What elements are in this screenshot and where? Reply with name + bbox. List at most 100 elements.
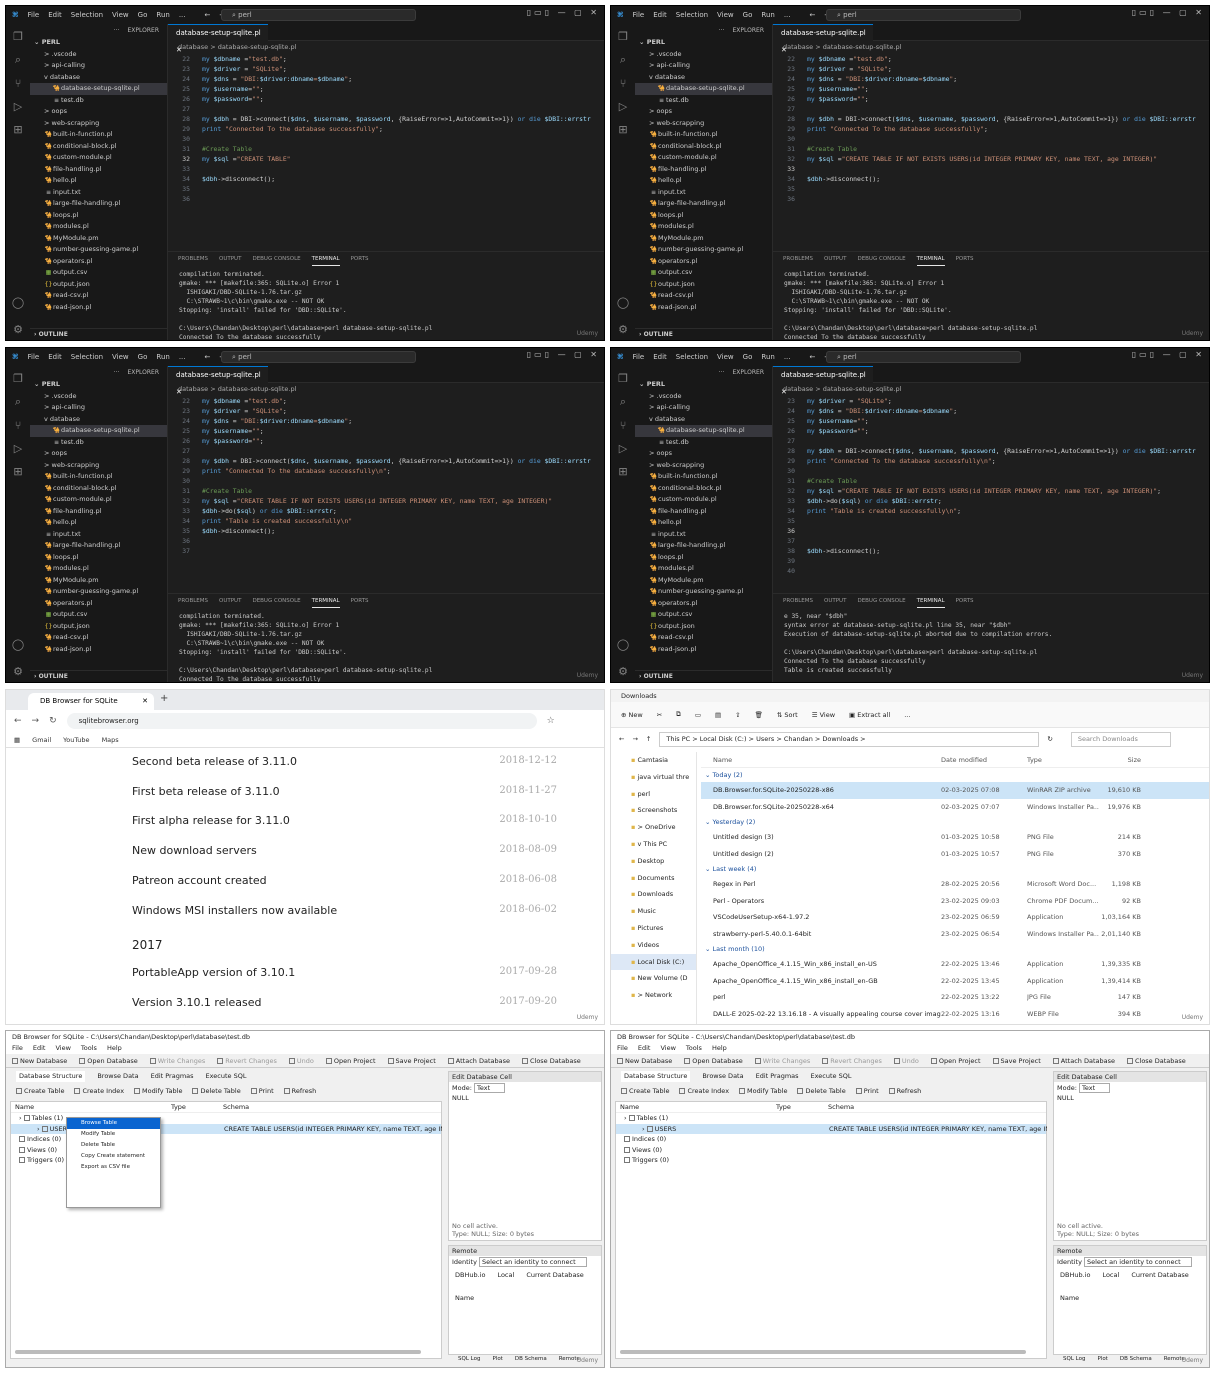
file-tree-item[interactable]: 🐪number-guessing-game.pl [30,586,167,598]
account-icon[interactable]: ◯ [617,296,629,309]
delete-icon[interactable]: 🗑 [755,711,763,719]
file-tree-item[interactable]: 🐪read-json.pl [30,302,167,314]
files-icon[interactable]: ❐ [13,372,23,385]
file-tree-item[interactable]: 🐪loops.pl [635,210,772,222]
toolbar-button[interactable]: Open Database [79,1054,138,1067]
menu-item[interactable]: File [28,11,40,19]
file-tree-item[interactable]: 🐪built-in-function.pl [30,129,167,141]
file-tree-item[interactable]: ≡ test.db [30,95,167,107]
toolbar-button[interactable]: Open Project [325,1054,376,1067]
menu-item[interactable]: File [617,1043,628,1054]
menu-item[interactable]: File [633,11,645,19]
files-icon[interactable]: ❐ [13,30,23,43]
editor-tab[interactable]: database-setup-sqlite.pl ✕ [773,24,873,54]
main-tab[interactable]: Edit Pragmas [151,1071,194,1082]
nav-item[interactable]: ▪ Local Disk (C:) [611,953,696,971]
settings-gear-icon[interactable]: ⚙ [618,665,628,678]
horizontal-scrollbar[interactable] [620,1350,1026,1354]
release-item[interactable]: Second beta release of 3.11.0 2018-12-12 [132,755,557,775]
structure-button[interactable]: Create Index [74,1085,124,1097]
nav-back-icon[interactable]: ← [205,353,211,361]
file-tree-item[interactable]: 🐪MyModule.pm [635,575,772,587]
run-debug-icon[interactable]: ▷ [14,100,22,113]
file-row[interactable]: Perl - Operators 23-02-2025 09:03 Chrome P… [701,893,1209,910]
menu-item[interactable]: Go [138,353,148,361]
run-debug-icon[interactable]: ▷ [619,442,627,455]
nav-item[interactable]: ▪ > Network [611,987,696,1004]
source-control-icon[interactable]: ⑂ [620,419,627,432]
settings-gear-icon[interactable]: ⚙ [13,665,23,678]
file-tree-item[interactable]: ≡ test.db [30,437,167,449]
toolbar-button[interactable]: Undo [893,1054,919,1067]
toolbar-button[interactable]: Save Project [992,1054,1041,1067]
file-tree-item[interactable]: 🐪large-file-handling.pl [30,540,167,552]
menu-item[interactable]: Go [743,11,753,19]
apps-icon[interactable]: ▦ [14,736,20,744]
account-icon[interactable]: ◯ [617,638,629,651]
file-tree-item[interactable]: 🐪built-in-function.pl [635,471,772,483]
toolbar-button[interactable]: Undo [288,1054,314,1067]
file-tree-item[interactable]: 🐪hello.pl [30,175,167,187]
file-tree-item[interactable]: 🐪conditional-block.pl [30,141,167,153]
file-tree-item[interactable]: v database [30,72,167,84]
horizontal-scrollbar[interactable] [15,1350,421,1354]
file-tree-item[interactable]: 🐪read-csv.pl [30,290,167,302]
menu-item[interactable]: File [28,353,40,361]
col-size[interactable]: Size [1099,752,1141,767]
address-path[interactable]: This PC > Local Disk (C:) > Users > Chan… [659,731,1040,747]
more-icon[interactable]: ··· [719,366,725,379]
file-tree-item[interactable]: 🐪operators.pl [30,256,167,268]
main-tab[interactable]: Database Structure [621,1071,691,1082]
structure-button[interactable]: Modify Table [134,1085,182,1097]
file-tree-item[interactable]: 🐪conditional-block.pl [635,483,772,495]
file-tree-item[interactable]: v database [635,72,772,84]
nav-item[interactable]: ▪ java virtual thre [611,769,696,786]
window-controls[interactable]: ▯▭▯ — ▢ ✕ [1132,8,1205,17]
file-row[interactable]: Regex in Perl 28-02-2025 20:56 Microsoft W… [701,876,1209,893]
command-search[interactable]: ⌕ perl [221,351,416,363]
release-item[interactable]: Windows MSI installers now available 2018… [132,904,557,924]
col-type[interactable]: Type [1027,752,1099,767]
window-controls[interactable]: ▯▭▯ — ▢ ✕ [1132,350,1205,359]
workspace-root[interactable]: ⌄ PERL [30,37,167,49]
sort-button[interactable]: ⇅ Sort [777,711,798,719]
file-tree-item[interactable]: 🐪database-setup-sqlite.pl [635,425,772,437]
file-group[interactable]: ⌄ Yesterday (2) [701,815,1209,829]
file-row[interactable]: DALL-E 2025-02-22 13.16.18 - A visually … [701,1006,1209,1023]
file-tree-item[interactable]: 🐪read-csv.pl [30,632,167,644]
toolbar-button[interactable]: Open Database [684,1054,743,1067]
file-row[interactable]: DB.Browser.for.SQLite-20250228-x64 02-03-… [701,799,1209,816]
file-tree-item[interactable]: > web-scrapping [30,118,167,130]
remote-tab[interactable]: DBHub.io [1060,1271,1090,1279]
file-tree-item[interactable]: 🐪file-handling.pl [30,506,167,518]
context-menu-item[interactable]: Modify Table [67,1129,160,1140]
bottom-tab[interactable]: Plot [1097,1356,1107,1365]
context-menu-item[interactable]: Copy Create statement [67,1151,160,1162]
code-editor[interactable]: 23 my $driver = "SQLite"; 24 my $dns = "DBI… [773,396,1209,586]
run-debug-icon[interactable]: ▷ [14,442,22,455]
rename-icon[interactable]: ▤ [715,711,721,719]
file-tree-item[interactable]: > api-calling [30,402,167,414]
menu-item[interactable]: View [112,353,129,361]
bottom-tab[interactable]: DB Schema [515,1356,547,1365]
browser-tab[interactable]: DB Browser for SQLite ✕ [28,693,154,710]
menu-item[interactable]: Run [156,353,169,361]
panel-tab[interactable]: PORTS [351,594,369,608]
release-item[interactable]: First beta release of 3.11.0 2018-11-27 [132,785,557,805]
refresh-icon[interactable]: ↻ [1047,735,1052,743]
toolbar-button[interactable]: Save Project [387,1054,436,1067]
file-tree-item[interactable]: 🐪operators.pl [30,598,167,610]
file-tree-item[interactable]: 🐪large-file-handling.pl [635,198,772,210]
file-tree-item[interactable]: 🐪loops.pl [30,552,167,564]
menu-item[interactable]: View [717,11,734,19]
structure-button[interactable]: Delete Table [797,1085,846,1097]
file-tree-item[interactable]: 🐪operators.pl [635,598,772,610]
panel-tab[interactable]: TERMINAL [311,594,340,608]
remote-tab[interactable]: Current Database [526,1271,584,1279]
menu-item[interactable]: File [633,353,645,361]
file-row[interactable]: strawberry-perl-5.40.0.1-64bit 23-02-2025… [701,926,1209,943]
file-tree-item[interactable]: > .vscode [635,391,772,403]
panel-tab[interactable]: PORTS [956,594,974,608]
remote-tab[interactable]: Current Database [1131,1271,1189,1279]
structure-button[interactable]: Print [855,1085,879,1097]
